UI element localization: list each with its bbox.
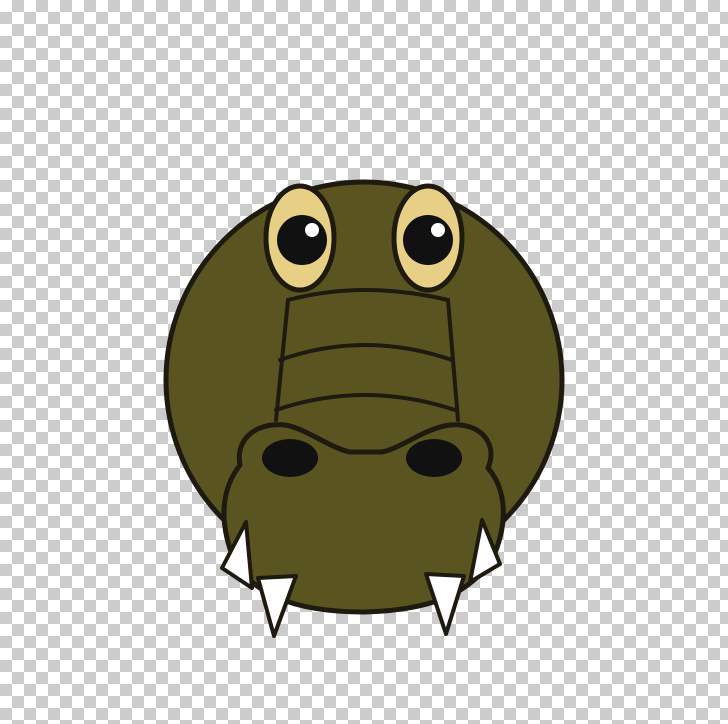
left-front-tooth [256, 574, 298, 638]
left-eye [263, 183, 337, 293]
right-pupil [403, 215, 453, 265]
crocodile-illustration [163, 179, 565, 638]
right-eye [391, 183, 465, 293]
right-nostril [406, 439, 462, 477]
left-nostril [262, 439, 318, 477]
left-pupil [277, 215, 327, 265]
left-eye-highlight [305, 223, 319, 237]
right-eye-highlight [431, 223, 445, 237]
illustration-canvas [0, 0, 728, 724]
